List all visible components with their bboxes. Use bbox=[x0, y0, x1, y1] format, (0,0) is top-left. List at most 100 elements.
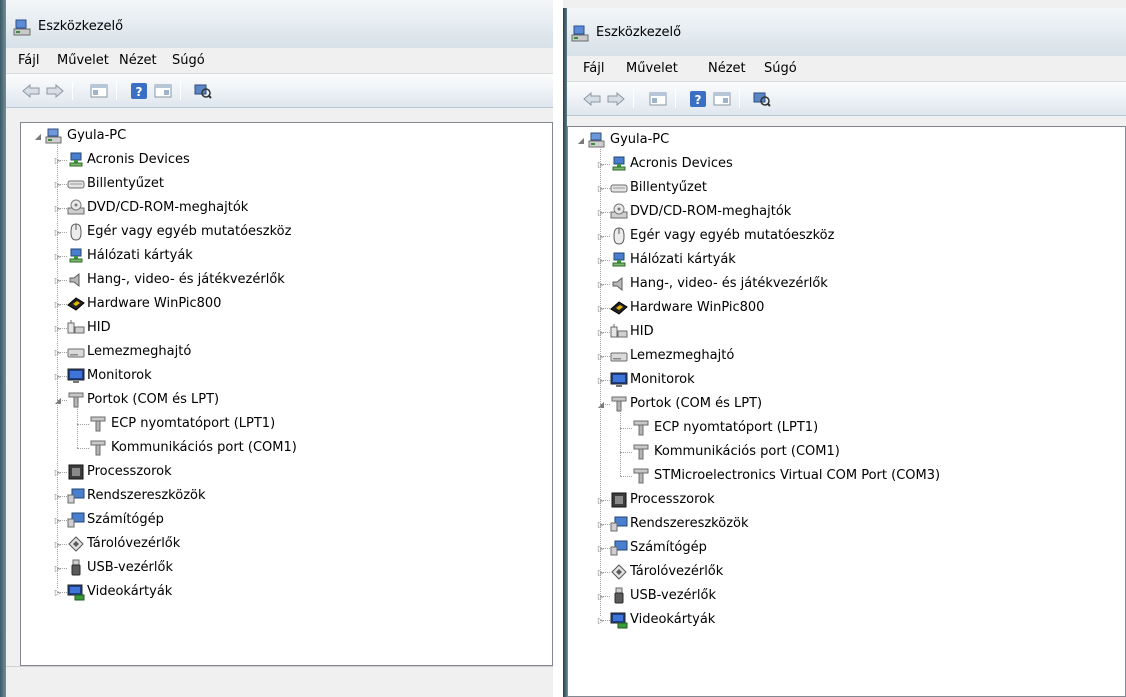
tree-category-hang-video-es-jatekvezerlok[interactable]: ▷ Hang-, video- és játékvezérlők bbox=[21, 268, 552, 292]
tree-device-kommunikacios-port-com1[interactable]: Kommunikációs port (COM1) bbox=[568, 440, 1125, 464]
menu-view[interactable]: Nézet bbox=[119, 53, 157, 68]
tree-category-tarolovezerlok[interactable]: ▷ Tárolóvezérlők bbox=[21, 532, 552, 556]
tree-category-processzorok[interactable]: ▷ Processzorok bbox=[568, 488, 1125, 512]
expand-arrow-icon[interactable]: ▷ bbox=[53, 563, 63, 573]
tree-category-dvd-cd-rom-meghajtok[interactable]: ▷ DVD/CD-ROM-meghajtók bbox=[21, 196, 552, 220]
tree-category-usb-vezerlok[interactable]: ▷ USB-vezérlők bbox=[21, 556, 552, 580]
details-view-icon[interactable] bbox=[711, 90, 733, 108]
tree-category-billentyuzet[interactable]: ▷ Billentyűzet bbox=[568, 176, 1125, 200]
tree-device-kommunikacios-port-com1[interactable]: Kommunikációs port (COM1) bbox=[21, 436, 552, 460]
tree-category-hid[interactable]: ▷ HID bbox=[21, 316, 552, 340]
tree-category-eger-vagy-egyeb-mutatoeszkoz[interactable]: ▷ Egér vagy egyéb mutatóeszköz bbox=[21, 220, 552, 244]
expand-arrow-icon[interactable]: ▷ bbox=[53, 155, 63, 165]
expand-arrow-icon[interactable]: ▷ bbox=[596, 567, 606, 577]
tree-category-rendszereszkozok[interactable]: ▷ Rendszereszközök bbox=[568, 512, 1125, 536]
tree-category-videokartyak[interactable]: ▷ Videokártyák bbox=[568, 608, 1125, 632]
properties-view-icon[interactable] bbox=[88, 82, 110, 100]
expand-arrow-icon[interactable]: ▷ bbox=[596, 615, 606, 625]
tree-category-portok-com-es-lpt[interactable]: ◢ Portok (COM és LPT) bbox=[568, 392, 1125, 416]
tree-category-videokartyak[interactable]: ▷ Videokártyák bbox=[21, 580, 552, 604]
expand-arrow-icon[interactable]: ▷ bbox=[53, 371, 63, 381]
expand-arrow-icon[interactable]: ▷ bbox=[596, 279, 606, 289]
expand-arrow-icon[interactable]: ▷ bbox=[53, 203, 63, 213]
expand-arrow-icon[interactable]: ▷ bbox=[53, 539, 63, 549]
tree-category-hardware-winpic800[interactable]: ▷ Hardware WinPic800 bbox=[21, 292, 552, 316]
tree-category-monitorok[interactable]: ▷ Monitorok bbox=[21, 364, 552, 388]
tree-category-processzorok[interactable]: ▷ Processzorok bbox=[21, 460, 552, 484]
title-bar[interactable]: Eszközkezelő bbox=[563, 8, 1126, 697]
menu-help[interactable]: Súgó bbox=[172, 53, 205, 68]
expand-arrow-icon[interactable]: ▷ bbox=[596, 375, 606, 385]
tree-device-ecp-nyomtatoport-lpt1[interactable]: ECP nyomtatóport (LPT1) bbox=[21, 412, 552, 436]
expand-arrow-icon[interactable]: ▷ bbox=[596, 255, 606, 265]
expand-arrow-icon[interactable]: ▷ bbox=[596, 327, 606, 337]
forward-arrow-icon[interactable] bbox=[605, 90, 627, 108]
tree-category-halozati-kartyak[interactable]: ▷ Hálózati kártyák bbox=[21, 244, 552, 268]
device-tree[interactable]: ◢ Gyula-PC ▷ Acronis Devices ▷ Billentyűzet ▷ D… bbox=[567, 126, 1126, 697]
scan-hardware-icon[interactable] bbox=[192, 82, 214, 100]
expand-arrow-icon[interactable]: ▷ bbox=[53, 251, 63, 261]
menu-file[interactable]: Fájl bbox=[583, 61, 604, 76]
expand-arrow-icon[interactable]: ▷ bbox=[53, 275, 63, 285]
menu-file[interactable]: Fájl bbox=[18, 53, 39, 68]
tree-device-ecp-nyomtatoport-lpt1[interactable]: ECP nyomtatóport (LPT1) bbox=[568, 416, 1125, 440]
tree-root-node[interactable]: ◢ Gyula-PC bbox=[21, 124, 552, 148]
back-arrow-icon[interactable] bbox=[20, 82, 42, 100]
tree-category-tarolovezerlok[interactable]: ▷ Tárolóvezérlők bbox=[568, 560, 1125, 584]
expand-arrow-icon[interactable]: ▷ bbox=[596, 495, 606, 505]
expand-arrow-icon[interactable]: ▷ bbox=[53, 179, 63, 189]
expand-arrow-icon[interactable]: ▷ bbox=[596, 543, 606, 553]
forward-arrow-icon[interactable] bbox=[44, 82, 66, 100]
tree-category-usb-vezerlok[interactable]: ▷ USB-vezérlők bbox=[568, 584, 1125, 608]
collapse-arrow-icon[interactable]: ◢ bbox=[53, 395, 63, 405]
collapse-arrow-icon[interactable]: ◢ bbox=[33, 131, 43, 141]
expand-arrow-icon[interactable]: ▷ bbox=[53, 323, 63, 333]
expand-arrow-icon[interactable]: ▷ bbox=[596, 351, 606, 361]
tree-category-monitorok[interactable]: ▷ Monitorok bbox=[568, 368, 1125, 392]
tree-category-hang-video-es-jatekvezerlok[interactable]: ▷ Hang-, video- és játékvezérlők bbox=[568, 272, 1125, 296]
expand-arrow-icon[interactable]: ▷ bbox=[596, 207, 606, 217]
expand-arrow-icon[interactable]: ▷ bbox=[596, 159, 606, 169]
collapse-arrow-icon[interactable]: ◢ bbox=[596, 399, 606, 409]
device-tree[interactable]: ◢ Gyula-PC ▷ Acronis Devices ▷ Billentyűzet ▷ D… bbox=[20, 122, 553, 666]
back-arrow-icon[interactable] bbox=[581, 90, 603, 108]
menu-action[interactable]: Művelet bbox=[626, 61, 678, 76]
tree-category-acronis-devices[interactable]: ▷ Acronis Devices bbox=[568, 152, 1125, 176]
expand-arrow-icon[interactable]: ▷ bbox=[53, 515, 63, 525]
tree-category-rendszereszkozok[interactable]: ▷ Rendszereszközök bbox=[21, 484, 552, 508]
expand-arrow-icon[interactable]: ▷ bbox=[53, 467, 63, 477]
title-bar[interactable]: Eszközkezelő bbox=[0, 0, 553, 697]
tree-category-lemezmeghajto[interactable]: ▷ Lemezmeghajtó bbox=[568, 344, 1125, 368]
tree-category-szamitogep[interactable]: ▷ Számítógép bbox=[568, 536, 1125, 560]
tree-category-lemezmeghajto[interactable]: ▷ Lemezmeghajtó bbox=[21, 340, 552, 364]
expand-arrow-icon[interactable]: ▷ bbox=[596, 591, 606, 601]
collapse-arrow-icon[interactable]: ◢ bbox=[576, 135, 586, 145]
expand-arrow-icon[interactable]: ▷ bbox=[53, 227, 63, 237]
scan-hardware-icon[interactable] bbox=[751, 90, 773, 108]
tree-category-szamitogep[interactable]: ▷ Számítógép bbox=[21, 508, 552, 532]
expand-arrow-icon[interactable]: ▷ bbox=[53, 299, 63, 309]
tree-root-node[interactable]: ◢ Gyula-PC bbox=[568, 128, 1125, 152]
menu-help[interactable]: Súgó bbox=[764, 61, 797, 76]
tree-category-eger-vagy-egyeb-mutatoeszkoz[interactable]: ▷ Egér vagy egyéb mutatóeszköz bbox=[568, 224, 1125, 248]
tree-category-billentyuzet[interactable]: ▷ Billentyűzet bbox=[21, 172, 552, 196]
expand-arrow-icon[interactable]: ▷ bbox=[53, 347, 63, 357]
expand-arrow-icon[interactable]: ▷ bbox=[596, 231, 606, 241]
expand-arrow-icon[interactable]: ▷ bbox=[596, 183, 606, 193]
tree-device-stmicroelectronics-virtual-com-port-com3[interactable]: STMicroelectronics Virtual COM Port (COM… bbox=[568, 464, 1125, 488]
menu-action[interactable]: Művelet bbox=[57, 53, 109, 68]
help-icon[interactable]: ? bbox=[128, 82, 150, 100]
tree-category-halozati-kartyak[interactable]: ▷ Hálózati kártyák bbox=[568, 248, 1125, 272]
tree-category-portok-com-es-lpt[interactable]: ◢ Portok (COM és LPT) bbox=[21, 388, 552, 412]
details-view-icon[interactable] bbox=[152, 82, 174, 100]
tree-category-dvd-cd-rom-meghajtok[interactable]: ▷ DVD/CD-ROM-meghajtók bbox=[568, 200, 1125, 224]
expand-arrow-icon[interactable]: ▷ bbox=[53, 491, 63, 501]
tree-category-hid[interactable]: ▷ HID bbox=[568, 320, 1125, 344]
properties-view-icon[interactable] bbox=[647, 90, 669, 108]
expand-arrow-icon[interactable]: ▷ bbox=[596, 519, 606, 529]
tree-category-hardware-winpic800[interactable]: ▷ Hardware WinPic800 bbox=[568, 296, 1125, 320]
menu-view[interactable]: Nézet bbox=[708, 61, 746, 76]
expand-arrow-icon[interactable]: ▷ bbox=[53, 587, 63, 597]
help-icon[interactable]: ? bbox=[687, 90, 709, 108]
expand-arrow-icon[interactable]: ▷ bbox=[596, 303, 606, 313]
